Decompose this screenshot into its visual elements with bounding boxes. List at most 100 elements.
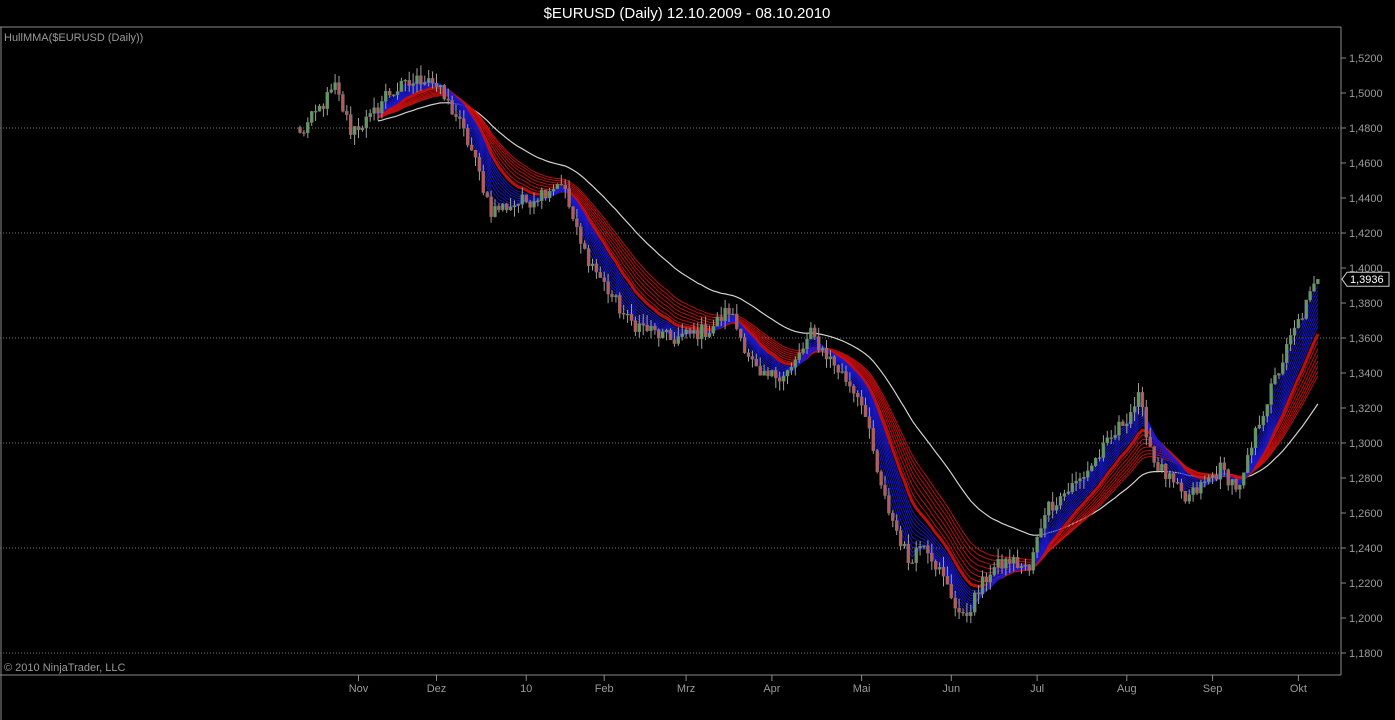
candle-body [450, 100, 454, 115]
candle-body [1136, 392, 1141, 407]
candle-body [1292, 327, 1297, 336]
candle-body [969, 611, 973, 616]
candle-body [1082, 476, 1086, 479]
candle-body [871, 428, 875, 451]
candle-body [906, 543, 911, 563]
candle-body [388, 90, 392, 96]
candle-body [579, 226, 583, 244]
candle-body [661, 331, 665, 339]
candle-body [1226, 469, 1230, 486]
candle-body [902, 543, 907, 547]
candle-body [586, 248, 591, 266]
y-tick-label: 1,3400 [1349, 368, 1383, 380]
y-tick-label: 1,2800 [1349, 473, 1383, 485]
candle-body [458, 116, 462, 119]
candle-body [1312, 283, 1316, 292]
candle-body [1023, 564, 1028, 567]
candle-body [352, 126, 357, 135]
candle-body [1265, 404, 1269, 417]
candle-body [836, 365, 840, 373]
candle-body [622, 313, 626, 315]
slow-ribbon-line [377, 89, 1319, 578]
candle-body [629, 313, 634, 321]
candle-body [372, 107, 376, 114]
candle-body [984, 576, 989, 583]
candle-body [1308, 291, 1312, 301]
candle-body [645, 324, 649, 332]
candle-body [1249, 447, 1254, 456]
candle-body [805, 338, 809, 349]
candle-body [618, 295, 622, 314]
y-tick-label: 1,1800 [1349, 648, 1383, 660]
candle-body [883, 484, 887, 496]
candle-body [602, 277, 606, 282]
candle-body [1054, 505, 1059, 511]
candle-body [477, 156, 482, 172]
candle-body [337, 82, 341, 95]
candle-body [325, 92, 329, 109]
candle-body [715, 316, 719, 327]
candle-body [746, 352, 751, 357]
candle-body [1206, 477, 1211, 482]
x-tick-label: Aug [1117, 683, 1137, 695]
candle-body [489, 196, 493, 217]
candle-body [754, 359, 758, 367]
candle-body [973, 592, 977, 613]
candle-body [1152, 446, 1156, 463]
candle-body [1109, 437, 1113, 439]
fast-ribbon-line [377, 79, 1319, 613]
candle-body [824, 348, 829, 360]
candle-body [895, 520, 899, 531]
candle-body [544, 189, 548, 199]
candle-body [781, 375, 786, 382]
candle-body [801, 348, 805, 353]
x-tick-label: Jul [1030, 683, 1044, 695]
candle-body [789, 366, 794, 371]
candle-body [1230, 479, 1234, 486]
candle-body [762, 370, 766, 376]
candle-body [306, 122, 310, 134]
indicator-label: HullMMA($EURUSD (Daily)) [4, 32, 143, 44]
candle-body [1238, 484, 1242, 490]
candle-body [1156, 462, 1160, 471]
candle-body [793, 359, 797, 368]
candle-body [875, 450, 879, 472]
candle-body [1121, 421, 1125, 427]
candle-body [1035, 537, 1039, 553]
candle-body [512, 205, 517, 208]
x-tick-label: Okt [1290, 683, 1307, 695]
candle-body [1140, 392, 1145, 408]
x-tick-label: Dez [427, 683, 447, 695]
candle-body [356, 126, 361, 130]
candle-body [368, 113, 372, 118]
candle-body [844, 371, 848, 382]
candle-body [590, 263, 595, 266]
candle-body [641, 323, 645, 326]
candle-body [774, 370, 778, 378]
candle-body [321, 105, 326, 109]
candle-body [856, 393, 860, 398]
candle-body [1101, 442, 1106, 458]
candle-body [949, 584, 953, 599]
candle-body [684, 329, 688, 335]
candle-body [961, 611, 965, 614]
candle-body [333, 82, 337, 90]
y-tick-label: 1,4600 [1349, 158, 1383, 170]
candle-body [1284, 343, 1289, 363]
candle-body [516, 203, 521, 206]
candle-body [1171, 473, 1176, 483]
x-tick-label: Jun [942, 683, 960, 695]
candle-body [360, 127, 365, 130]
candle-body [965, 612, 969, 616]
x-tick-label: Mai [853, 683, 871, 695]
y-tick-label: 1,4800 [1349, 123, 1383, 135]
candle-body [1004, 558, 1008, 569]
y-tick-label: 1,4400 [1349, 193, 1383, 205]
y-tick-label: 1,3800 [1349, 298, 1383, 310]
candle-body [395, 91, 400, 95]
x-tick-label: Apr [763, 683, 780, 695]
x-tick-label: Mrz [677, 683, 695, 695]
candle-body [676, 336, 680, 344]
candle-body [438, 85, 443, 88]
candle-body [1097, 457, 1102, 459]
